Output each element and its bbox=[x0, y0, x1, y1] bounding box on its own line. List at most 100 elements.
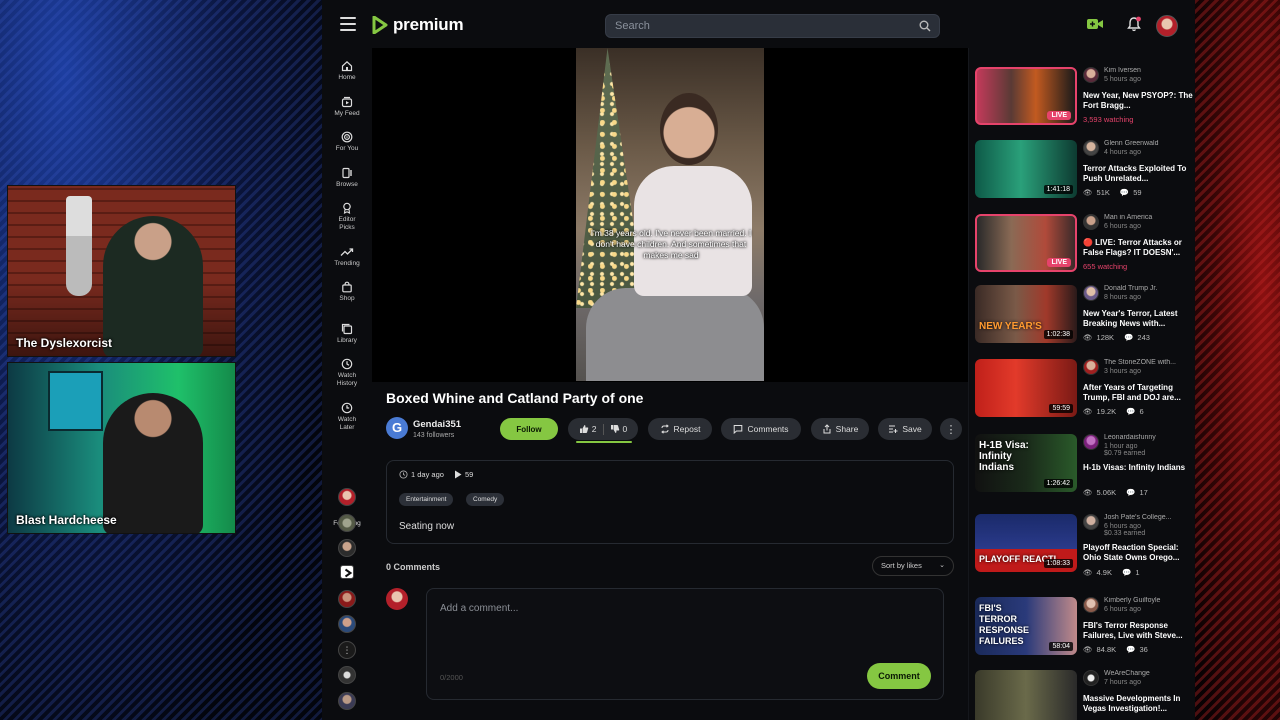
nav-item-watch-history[interactable]: Watch History bbox=[322, 358, 372, 388]
channel-avatar[interactable]: G bbox=[386, 417, 408, 439]
nav-item-my-feed[interactable]: My Feed bbox=[322, 96, 372, 118]
following-channel-avatar[interactable] bbox=[338, 514, 356, 532]
channel-avatar[interactable] bbox=[1083, 359, 1099, 375]
nav-item-home[interactable]: Home bbox=[322, 60, 372, 82]
nav-item-shop[interactable]: Shop bbox=[322, 281, 372, 303]
sort-comments-dropdown[interactable]: Sort by likes ⌄ bbox=[872, 556, 954, 576]
video-player[interactable]: I'm 38 years old. I've never been marrie… bbox=[372, 48, 968, 382]
channel-name[interactable]: Glenn Greenwald bbox=[1104, 140, 1194, 147]
follow-button[interactable]: Follow bbox=[500, 418, 558, 440]
channel-avatar[interactable] bbox=[1083, 214, 1099, 230]
nav-item-watch-later[interactable]: Watch Later bbox=[322, 402, 372, 432]
nav-item-label: Home bbox=[338, 74, 356, 81]
notification-bell-icon[interactable] bbox=[1126, 16, 1142, 33]
more-options-icon[interactable]: ⋮ bbox=[940, 418, 962, 440]
video-thumbnail[interactable]: 1:41:18 bbox=[975, 140, 1077, 198]
channel-avatar[interactable] bbox=[1083, 670, 1099, 686]
following-channel-avatar[interactable] bbox=[338, 666, 356, 684]
nav-item-label: Editor Picks bbox=[338, 216, 356, 231]
video-title[interactable]: H-1b Visas: Infinity Indians bbox=[1083, 463, 1193, 473]
recommended-video[interactable]: 1:41:18 Glenn Greenwald 4 hours ago Terr… bbox=[975, 140, 1195, 200]
channel-name[interactable]: Gendai351 bbox=[413, 419, 461, 430]
channel-avatar[interactable] bbox=[1083, 67, 1099, 83]
video-stats: 👁 4.9K 💬 1 bbox=[1083, 568, 1139, 577]
channel-avatar[interactable] bbox=[1083, 140, 1099, 156]
channel-name[interactable]: Man in America bbox=[1104, 214, 1194, 221]
recommended-video[interactable]: 59:59 The StoneZONE with... 3 hours ago … bbox=[975, 359, 1195, 419]
video-thumbnail[interactable]: LIVE bbox=[975, 214, 1077, 272]
nav-item-label: Trending bbox=[334, 260, 360, 267]
channel-name[interactable]: The StoneZONE with... bbox=[1104, 359, 1194, 366]
category-tag[interactable]: Comedy bbox=[466, 493, 505, 506]
channel-name[interactable]: Josh Pate's College... bbox=[1104, 514, 1194, 521]
video-thumbnail[interactable]: PLAYOFF REACTI 1:08:33 bbox=[975, 514, 1077, 572]
category-tag[interactable]: Entertainment bbox=[399, 493, 454, 506]
site-logo[interactable]: premium bbox=[372, 15, 464, 35]
upload-time-text: 6 hours ago bbox=[1104, 523, 1141, 530]
comment-icon: 💬 bbox=[1124, 333, 1134, 342]
channel-avatar[interactable] bbox=[1083, 597, 1099, 613]
video-title[interactable]: FBI's Terror Response Failures, Live wit… bbox=[1083, 621, 1193, 641]
channel-name[interactable]: Kimberly Guilfoyle bbox=[1104, 597, 1194, 604]
channel-name[interactable]: Kim Iversen bbox=[1104, 67, 1194, 74]
browse-icon bbox=[342, 167, 352, 179]
video-thumbnail[interactable] bbox=[975, 670, 1077, 720]
save-button[interactable]: Save bbox=[878, 418, 932, 440]
nav-item-for-you[interactable]: For You bbox=[322, 131, 372, 153]
following-channel-avatar[interactable] bbox=[338, 590, 356, 608]
more-following-icon[interactable]: ⋮ bbox=[338, 641, 356, 659]
recommended-video[interactable]: PLAYOFF REACTI 1:08:33 Josh Pate's Colle… bbox=[975, 514, 1195, 577]
user-avatar[interactable] bbox=[1156, 15, 1178, 37]
repost-button[interactable]: Repost bbox=[648, 418, 712, 440]
video-thumbnail[interactable]: H-1B Visa: Infinity Indians 1:26:42 bbox=[975, 434, 1077, 492]
share-button[interactable]: Share bbox=[811, 418, 869, 440]
video-stats: 👁 19.2K 💬 6 bbox=[1083, 407, 1144, 416]
recommended-video[interactable]: H-1B Visa: Infinity Indians 1:26:42 Leon… bbox=[975, 434, 1195, 497]
channel-avatar[interactable] bbox=[1083, 514, 1099, 530]
search-input[interactable] bbox=[606, 15, 939, 37]
channel-avatar[interactable] bbox=[1083, 285, 1099, 301]
streamer-figure bbox=[103, 216, 203, 356]
channel-name[interactable]: Leonardaisfunny bbox=[1104, 434, 1194, 441]
video-thumbnail[interactable]: NEW YEAR'S 1:02:38 bbox=[975, 285, 1077, 343]
video-thumbnail[interactable]: FBI'S TERROR RESPONSE FAILURES 58:04 bbox=[975, 597, 1077, 655]
recommended-video[interactable]: NEW YEAR'S 1:02:38 Donald Trump Jr. 8 ho… bbox=[975, 285, 1195, 345]
menu-icon[interactable] bbox=[340, 17, 356, 31]
video-title[interactable]: Playoff Reaction Special: Ohio State Own… bbox=[1083, 543, 1193, 563]
nav-item-browse[interactable]: Browse bbox=[322, 167, 372, 189]
channel-avatar[interactable] bbox=[1083, 434, 1099, 450]
video-thumbnail[interactable]: LIVE bbox=[975, 67, 1077, 125]
upload-time: 8 hours ago bbox=[1104, 294, 1141, 301]
go-live-camera-icon[interactable] bbox=[1086, 16, 1104, 32]
following-channel-avatar[interactable] bbox=[338, 692, 356, 710]
comments-button[interactable]: Comments bbox=[721, 418, 801, 440]
recommended-video[interactable]: LIVE Man in America 6 hours ago 🔴 LIVE: … bbox=[975, 214, 1195, 274]
recommended-sidebar: LIVE Kim Iversen 5 hours ago New Year, N… bbox=[968, 48, 1195, 720]
stream-background-right bbox=[1195, 0, 1280, 720]
nav-item-editor-picks[interactable]: Editor Picks bbox=[322, 202, 372, 232]
channel-name[interactable]: WeAreChange bbox=[1104, 670, 1194, 677]
webcam-dyslexorcist: The Dyslexorcist bbox=[7, 185, 236, 357]
following-channel-avatar[interactable] bbox=[340, 565, 354, 579]
recommended-video[interactable]: LIVE Kim Iversen 5 hours ago New Year, N… bbox=[975, 67, 1195, 127]
nav-item-trending[interactable]: Trending bbox=[322, 246, 372, 268]
following-channel-avatar[interactable] bbox=[338, 615, 356, 633]
following-channel-avatar[interactable] bbox=[338, 539, 356, 557]
dislike-button[interactable]: 0 bbox=[610, 424, 627, 434]
recommended-video[interactable]: WeAreChange 7 hours ago Massive Developm… bbox=[975, 670, 1195, 720]
search-icon[interactable] bbox=[919, 20, 931, 32]
video-thumbnail[interactable]: 59:59 bbox=[975, 359, 1077, 417]
comment-input[interactable] bbox=[427, 589, 943, 669]
video-title[interactable]: Terror Attacks Exploited To Push Unrelat… bbox=[1083, 164, 1193, 184]
recommended-video[interactable]: FBI'S TERROR RESPONSE FAILURES 58:04 Kim… bbox=[975, 597, 1195, 657]
video-title[interactable]: New Year, New PSYOP?: The Fort Bragg... bbox=[1083, 91, 1193, 111]
following-channel-avatar[interactable] bbox=[338, 488, 356, 506]
nav-item-library[interactable]: Library bbox=[322, 323, 372, 345]
submit-comment-button[interactable]: Comment bbox=[867, 663, 931, 689]
video-title[interactable]: 🔴 LIVE: Terror Attacks or False Flags? I… bbox=[1083, 238, 1193, 258]
video-title[interactable]: Massive Developments In Vegas Investigat… bbox=[1083, 694, 1193, 714]
video-title[interactable]: New Year's Terror, Latest Breaking News … bbox=[1083, 309, 1193, 329]
channel-name[interactable]: Donald Trump Jr. bbox=[1104, 285, 1194, 292]
video-title[interactable]: After Years of Targeting Trump, FBI and … bbox=[1083, 383, 1193, 403]
like-button[interactable]: 2 bbox=[579, 424, 597, 434]
